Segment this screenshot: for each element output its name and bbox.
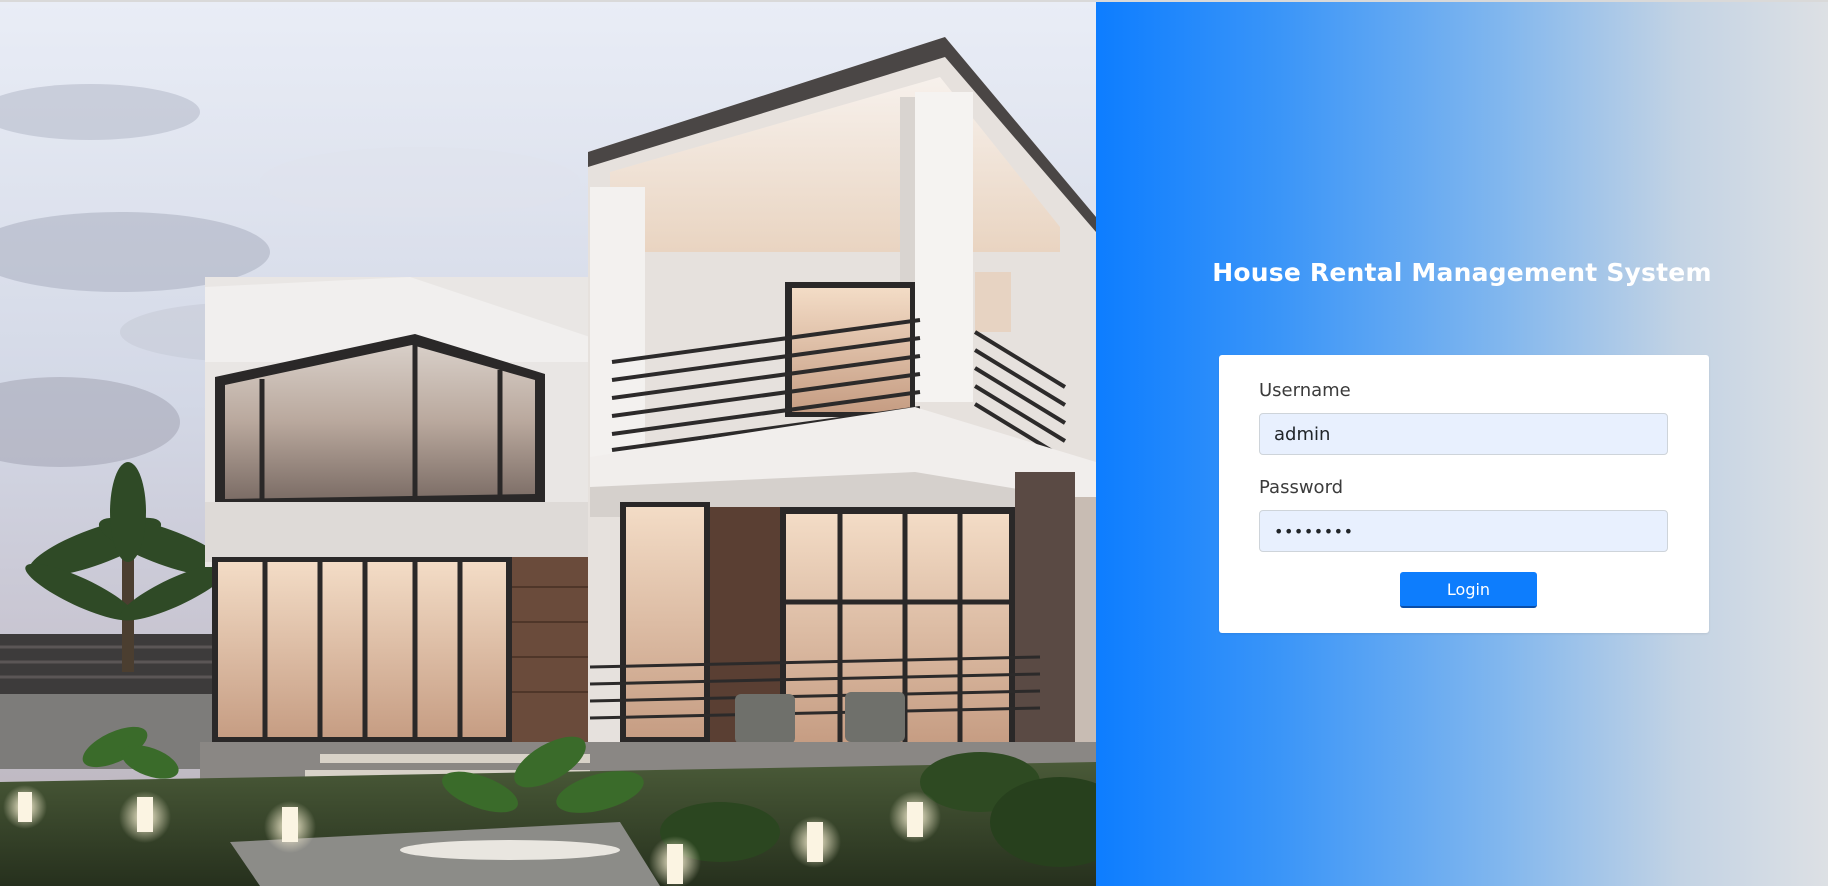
login-card: Username Password Login [1219, 355, 1709, 633]
username-label: Username [1259, 380, 1351, 401]
password-input[interactable] [1259, 510, 1668, 552]
password-label: Password [1259, 477, 1344, 498]
username-input[interactable] [1259, 413, 1668, 455]
app-title: House Rental Management System [1212, 258, 1712, 287]
login-page: House Rental Management System Username … [0, 0, 1828, 886]
login-panel: House Rental Management System Username … [1096, 2, 1828, 886]
house-illustration [0, 2, 1096, 886]
hero-image [0, 2, 1096, 886]
login-button[interactable]: Login [1400, 572, 1537, 608]
